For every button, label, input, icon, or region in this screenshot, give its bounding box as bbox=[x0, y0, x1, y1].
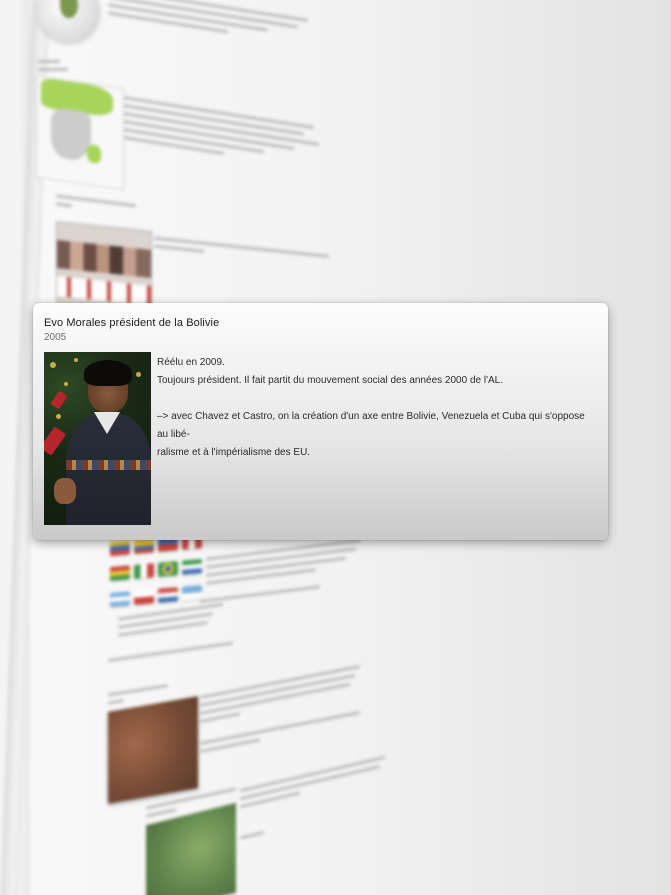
flag bbox=[134, 563, 154, 580]
flag bbox=[110, 590, 130, 607]
photo-light bbox=[136, 372, 141, 377]
photo-sweater-pattern bbox=[66, 460, 151, 470]
event-detail-card[interactable]: Evo Morales président de la Bolivie 2005… bbox=[33, 303, 608, 540]
food-photo-thumbnail[interactable] bbox=[108, 696, 198, 804]
event-title: Evo Morales président de la Bolivie bbox=[44, 317, 220, 329]
flag bbox=[134, 538, 154, 554]
photo-figure-hair bbox=[84, 360, 132, 386]
map-thumbnail[interactable] bbox=[36, 75, 124, 191]
flag bbox=[182, 584, 202, 601]
description-line: ralisme et à l'impérialisme des EU. bbox=[157, 447, 311, 458]
flag bbox=[182, 559, 202, 576]
event-date: 2005 bbox=[44, 332, 67, 343]
flag bbox=[134, 588, 154, 605]
faces-photo-thumbnail[interactable] bbox=[56, 220, 152, 314]
map-land-highlight bbox=[87, 143, 101, 164]
photo-light bbox=[64, 382, 68, 386]
description-line: –> avec Chavez et Castro, on la création… bbox=[157, 411, 585, 440]
flag bbox=[110, 565, 130, 582]
event-photo[interactable] bbox=[44, 352, 151, 525]
timeline-view: Evo Morales président de la Bolivie 2005… bbox=[0, 0, 671, 895]
photo-light bbox=[56, 414, 61, 419]
description-line: Réélu en 2009. bbox=[157, 357, 225, 368]
flags-thumbnail[interactable] bbox=[110, 533, 202, 614]
timeline-entry-heading bbox=[38, 60, 78, 76]
description-line: Toujours président. Il fait partit du mo… bbox=[157, 375, 504, 386]
photo-banner bbox=[57, 276, 151, 306]
flag bbox=[158, 586, 178, 603]
photo-faces-strip bbox=[57, 240, 151, 278]
photo-figure-hand bbox=[54, 478, 76, 504]
photo-light bbox=[74, 358, 78, 362]
event-description: Réélu en 2009. Toujours président. Il fa… bbox=[157, 354, 597, 462]
photo-decoration bbox=[50, 390, 68, 410]
flag bbox=[110, 540, 130, 557]
flag bbox=[158, 561, 178, 578]
photo-decoration bbox=[44, 426, 67, 456]
map-land bbox=[51, 106, 91, 163]
photo-light bbox=[50, 362, 56, 368]
